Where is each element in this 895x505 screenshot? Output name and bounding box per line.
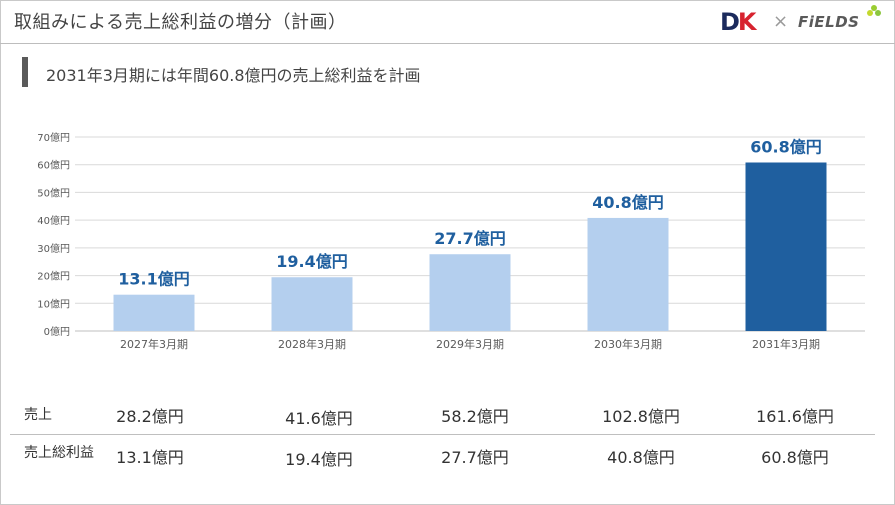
x-tick-label: 2031年3月期 bbox=[752, 337, 820, 351]
row-label-gross-profit: 売上総利益 bbox=[24, 445, 94, 461]
row-label-sales: 売上 bbox=[24, 407, 52, 423]
sales-value-2030: 102.8億円 bbox=[602, 407, 680, 426]
bar-data-label: 27.7億円 bbox=[434, 229, 505, 248]
sales-value-2027: 28.2億円 bbox=[116, 407, 184, 426]
y-tick-label: 10億円 bbox=[37, 297, 70, 310]
table-divider bbox=[10, 434, 875, 435]
y-tick-label: 70億円 bbox=[37, 131, 70, 144]
bar-data-label: 60.8億円 bbox=[750, 137, 821, 156]
bar bbox=[429, 254, 511, 331]
bar-data-label: 13.1億円 bbox=[118, 270, 189, 289]
sales-value-2029: 58.2億円 bbox=[441, 407, 509, 426]
bar bbox=[745, 162, 827, 331]
sales-value-2031: 161.6億円 bbox=[756, 407, 834, 426]
gross-profit-value-2030: 40.8億円 bbox=[607, 448, 675, 467]
bar-data-label: 19.4億円 bbox=[276, 252, 347, 271]
y-tick-label: 0億円 bbox=[44, 325, 70, 338]
gross-profit-value-2028: 19.4億円 bbox=[285, 450, 353, 469]
x-tick-label: 2029年3月期 bbox=[436, 337, 504, 351]
bar bbox=[113, 294, 195, 331]
y-tick-label: 30億円 bbox=[37, 242, 70, 255]
gross-profit-value-2031: 60.8億円 bbox=[761, 448, 829, 467]
y-tick-label: 50億円 bbox=[37, 186, 70, 199]
y-tick-label: 40億円 bbox=[37, 214, 70, 227]
gross-profit-value-2029: 27.7億円 bbox=[441, 448, 509, 467]
bar-chart: 0億円 10億円 20億円 30億円 40億円 50億円 60億円 70億円 13.1億円 202… bbox=[37, 131, 865, 351]
bar bbox=[271, 277, 353, 331]
sales-value-2028: 41.6億円 bbox=[285, 409, 353, 428]
x-tick-label: 2030年3月期 bbox=[594, 337, 662, 351]
y-tick-label: 60億円 bbox=[37, 159, 70, 172]
bar-data-label: 40.8億円 bbox=[592, 193, 663, 212]
bar bbox=[587, 217, 669, 331]
y-tick-label: 20億円 bbox=[37, 270, 70, 283]
x-tick-label: 2028年3月期 bbox=[278, 337, 346, 351]
x-tick-label: 2027年3月期 bbox=[120, 337, 188, 351]
gross-profit-value-2027: 13.1億円 bbox=[116, 448, 184, 467]
